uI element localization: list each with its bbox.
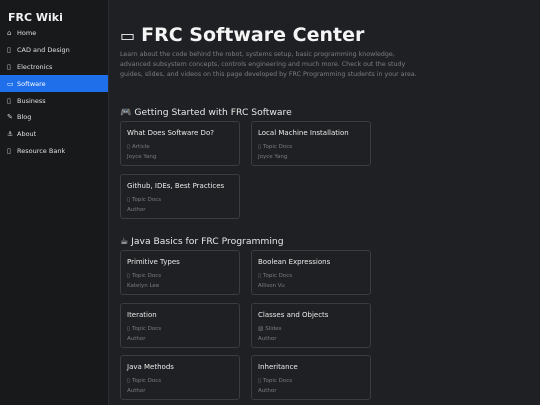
sidebar: FRC Wiki ⌂ Home ▯ CAD and Design ▯ Electron… xyxy=(0,0,109,405)
laptop-icon: ▭ xyxy=(120,26,136,45)
card-author: Katelyn Lee xyxy=(127,283,160,289)
card-type: ▯ Topic Docs xyxy=(258,144,292,150)
page-title: ▭ FRC Software Center xyxy=(120,24,364,46)
section-title-getting-started: 🎮 Getting Started with FRC Software xyxy=(120,107,292,118)
card-title: Java Methods xyxy=(127,363,174,371)
card-title: Primitive Types xyxy=(127,258,180,266)
card-title: Local Machine Installation xyxy=(258,129,349,137)
card-what-does-software-do[interactable]: What Does Software Do? ▯ Article Joyce Ya… xyxy=(120,121,240,166)
page-intro: Learn about the code behind the robot, s… xyxy=(120,51,417,78)
document-icon: ▯ xyxy=(127,326,131,332)
sidebar-item-label: Business xyxy=(17,96,46,105)
card-type: ▧ Slides xyxy=(258,326,282,332)
document-icon: ▯ xyxy=(127,197,131,203)
coffee-icon: ☕ xyxy=(120,236,129,247)
card-type-label: Topic Docs xyxy=(263,378,293,384)
card-type-label: Topic Docs xyxy=(132,326,162,332)
card-classes-and-objects[interactable]: Classes and Objects ▧ Slides Author xyxy=(251,303,371,348)
document-icon: ▯ xyxy=(127,144,131,150)
card-type-label: Topic Docs xyxy=(132,378,162,384)
pencil-icon: ✎ xyxy=(7,113,13,122)
card-author: Allison Vu xyxy=(258,283,285,289)
card-author: Author xyxy=(127,207,146,213)
resource-icon: ▯ xyxy=(7,146,11,155)
cad-icon: ▯ xyxy=(7,46,11,55)
card-local-machine-installation[interactable]: Local Machine Installation ▯ Topic Docs J… xyxy=(251,121,371,166)
card-title: What Does Software Do? xyxy=(127,129,214,137)
card-inheritance[interactable]: Inheritance ▯ Topic Docs Author xyxy=(251,355,371,400)
card-github-ides-best-practices[interactable]: Github, IDEs, Best Practices ▯ Topic Docs… xyxy=(120,174,240,219)
sidebar-item-label: About xyxy=(17,130,37,139)
card-author: Author xyxy=(258,388,277,394)
sidebar-item-label: Home xyxy=(17,29,37,38)
card-type-label: Slides xyxy=(265,326,282,332)
sidebar-item-label: CAD and Design xyxy=(17,46,70,55)
sidebar-item-home[interactable]: ⌂ Home xyxy=(0,25,108,42)
sidebar-item-electronics[interactable]: ▯ Electronics xyxy=(0,59,108,76)
card-boolean-expressions[interactable]: Boolean Expressions ▯ Topic Docs Allison … xyxy=(251,250,371,295)
sidebar-item-cad-and-design[interactable]: ▯ CAD and Design xyxy=(0,42,108,59)
section-title-text: Java Basics for FRC Programming xyxy=(131,236,284,247)
site-brand[interactable]: FRC Wiki xyxy=(0,0,108,26)
slides-icon: ▧ xyxy=(258,326,264,332)
sidebar-item-label: Resource Bank xyxy=(17,146,66,155)
business-icon: ▯ xyxy=(7,96,11,105)
sidebar-item-software[interactable]: ▭ Software xyxy=(0,75,108,93)
card-title: Iteration xyxy=(127,311,157,319)
sidebar-item-label: Electronics xyxy=(17,62,53,71)
sidebar-item-label: Software xyxy=(17,79,46,88)
laptop-icon: ▭ xyxy=(7,79,14,88)
gamepad-icon: 🎮 xyxy=(120,107,132,118)
card-type: ▯ Topic Docs xyxy=(127,197,161,203)
card-type-label: Topic Docs xyxy=(132,273,162,279)
card-author: Joyce Yang xyxy=(258,154,288,160)
card-author: Author xyxy=(258,336,277,342)
card-type: ▯ Topic Docs xyxy=(127,273,161,279)
sidebar-item-about[interactable]: ⚓ About xyxy=(0,126,108,143)
card-type-label: Topic Docs xyxy=(263,144,293,150)
card-author: Author xyxy=(127,388,146,394)
sidebar-item-label: Blog xyxy=(17,113,32,122)
card-iteration[interactable]: Iteration ▯ Topic Docs Author xyxy=(120,303,240,348)
card-author: Joyce Yang xyxy=(127,154,157,160)
document-icon: ▯ xyxy=(127,378,131,384)
sidebar-item-business[interactable]: ▯ Business xyxy=(0,92,108,109)
card-type-label: Article xyxy=(132,144,150,150)
sidebar-nav: ⌂ Home ▯ CAD and Design ▯ Electronics ▭ Soft… xyxy=(0,25,108,159)
card-type-label: Topic Docs xyxy=(132,197,162,203)
sidebar-item-blog[interactable]: ✎ Blog xyxy=(0,109,108,126)
anchor-icon: ⚓ xyxy=(7,130,14,139)
sidebar-item-resource-bank[interactable]: ▯ Resource Bank xyxy=(0,143,108,160)
card-title: Github, IDEs, Best Practices xyxy=(127,182,225,190)
card-title: Inheritance xyxy=(258,363,298,371)
card-type: ▯ Topic Docs xyxy=(127,326,161,332)
section-title-java-basics: ☕ Java Basics for FRC Programming xyxy=(120,236,284,247)
card-title: Boolean Expressions xyxy=(258,258,331,266)
card-type: ▯ Topic Docs xyxy=(258,273,292,279)
card-title: Classes and Objects xyxy=(258,311,329,319)
card-primitive-types[interactable]: Primitive Types ▯ Topic Docs Katelyn Lee xyxy=(120,250,240,295)
document-icon: ▯ xyxy=(258,378,262,384)
card-java-methods[interactable]: Java Methods ▯ Topic Docs Author xyxy=(120,355,240,400)
card-author: Author xyxy=(127,336,146,342)
section-title-text: Getting Started with FRC Software xyxy=(134,107,292,118)
document-icon: ▯ xyxy=(258,144,262,150)
electronics-icon: ▯ xyxy=(7,62,11,71)
page-title-text: FRC Software Center xyxy=(141,24,365,46)
document-icon: ▯ xyxy=(127,273,131,279)
card-type-label: Topic Docs xyxy=(263,273,293,279)
card-type: ▯ Topic Docs xyxy=(127,378,161,384)
document-icon: ▯ xyxy=(258,273,262,279)
home-icon: ⌂ xyxy=(7,29,12,38)
card-type: ▯ Topic Docs xyxy=(258,378,292,384)
card-type: ▯ Article xyxy=(127,144,150,150)
